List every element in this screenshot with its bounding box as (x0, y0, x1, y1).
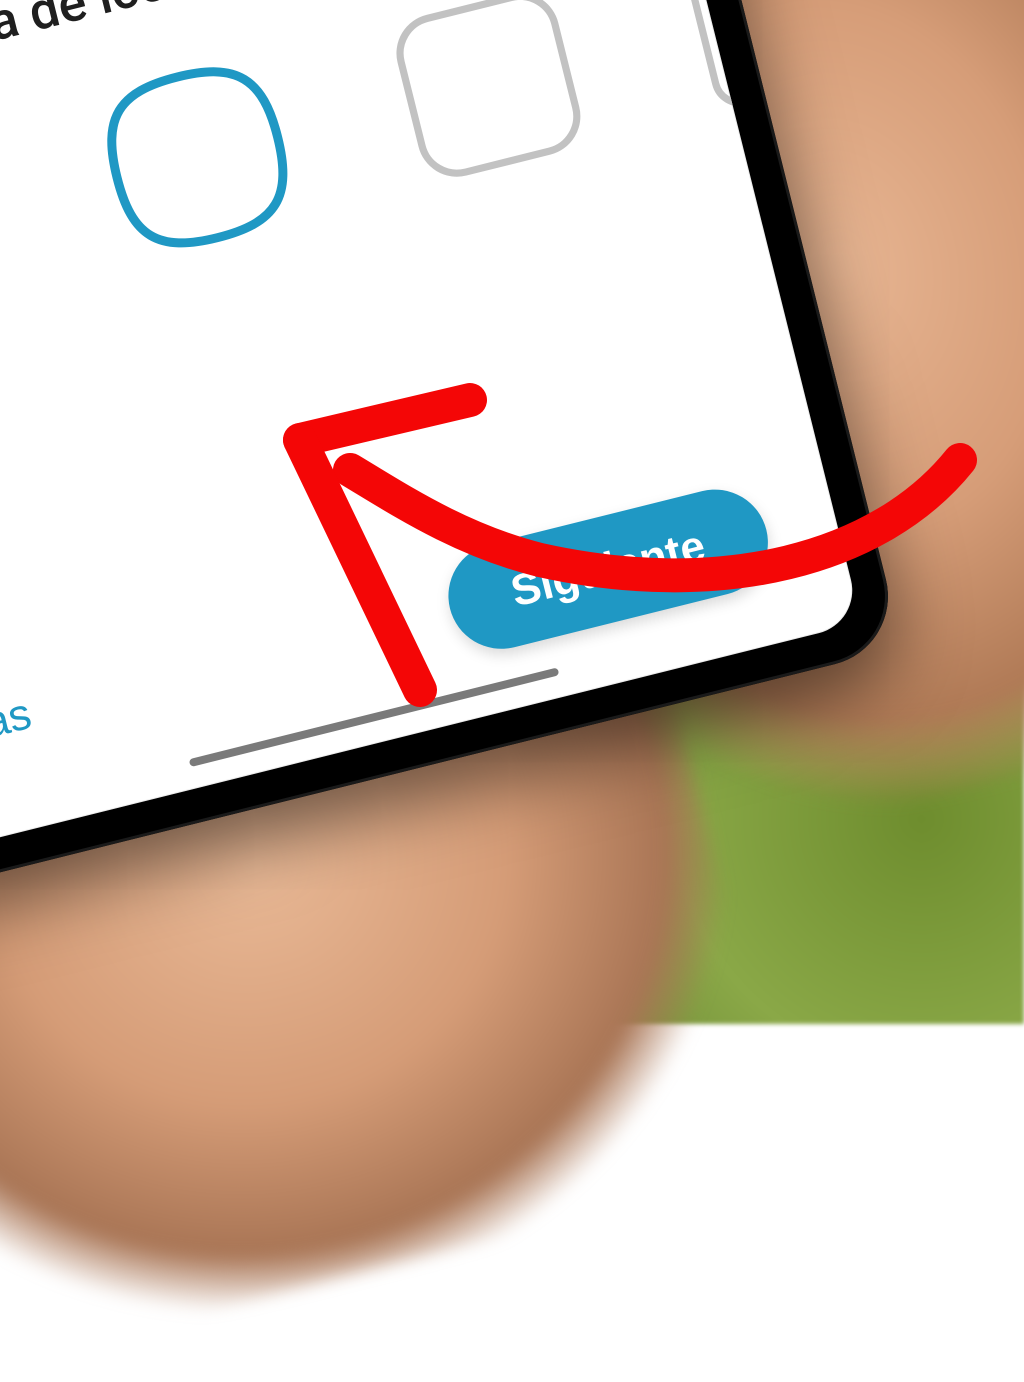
back-button[interactable]: trás (0, 674, 58, 769)
icon-shape-squircle[interactable] (88, 48, 306, 266)
icon-shape-picker (0, 0, 792, 339)
icon-shape-teardrop[interactable] (0, 121, 15, 339)
next-button[interactable]: Siguiente (437, 478, 779, 660)
icon-shape-rounded-square[interactable] (379, 0, 597, 194)
